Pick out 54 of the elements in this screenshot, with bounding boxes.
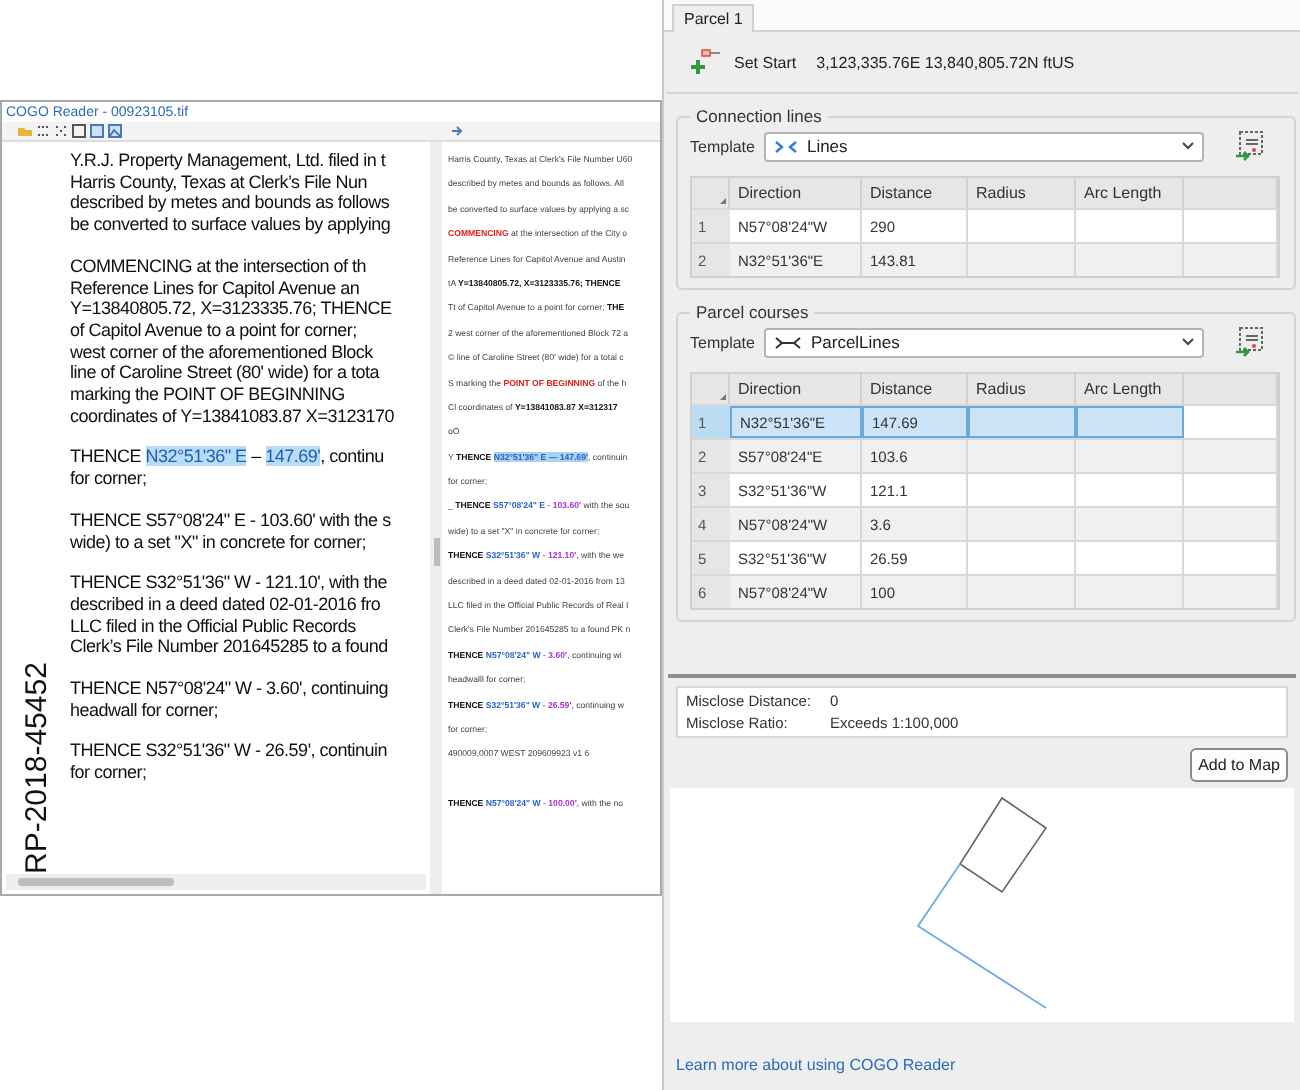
template-label: Template bbox=[690, 137, 755, 155]
grid-icon[interactable] bbox=[36, 124, 50, 138]
document-line: Clerk’s File Number 201645285 to a found bbox=[70, 636, 390, 659]
document-line: THENCE S32°51'36" W - 121.10', with the bbox=[70, 572, 390, 594]
frame-icon[interactable] bbox=[72, 124, 86, 138]
template-dropdown[interactable]: Lines bbox=[764, 131, 1205, 161]
document-line: THENCE N57°08'24" W - 3.60', continuing bbox=[70, 678, 391, 700]
document-line: Harris County, Texas at Clerk’s File Nun bbox=[70, 171, 370, 193]
document-line: marking the POINT OF BEGINNING bbox=[70, 384, 347, 406]
tab[interactable]: Parcel 1 bbox=[672, 4, 755, 32]
side-label: RP-2018-45452 bbox=[19, 660, 53, 874]
document-line: for corner; bbox=[70, 762, 149, 784]
grid-icon[interactable] bbox=[54, 124, 68, 138]
document-line: Y.R.J. Property Management, Ltd. filed in t bbox=[70, 150, 388, 172]
document-line: Y=13840805.72, X=3123335.76; THENCE bbox=[70, 298, 394, 320]
group-title: Connection lines bbox=[694, 106, 824, 126]
template-label: Template bbox=[690, 333, 755, 351]
horizontal-scrollbar[interactable] bbox=[6, 874, 426, 890]
start-coordinates: 3,123,335.76E 13,840,805.72N ftUS bbox=[816, 53, 1075, 71]
picture-icon[interactable] bbox=[108, 124, 122, 138]
picture-icon[interactable] bbox=[90, 124, 104, 138]
document-line: line of Caroline Street (80' wide) for a tota bbox=[70, 362, 382, 385]
arrows-icon bbox=[774, 139, 799, 153]
document-line: wide) to a set "X" in concrete for corner; bbox=[70, 531, 368, 553]
sort-corner-icon bbox=[720, 394, 726, 400]
document-line: COMMENCING at the intersection of th bbox=[70, 255, 369, 278]
document-line: described by metes and bounds as follows bbox=[70, 192, 392, 215]
document-line: THENCE S32°51'36" W - 26.59', continuin bbox=[70, 740, 390, 763]
sort-corner-icon bbox=[720, 198, 726, 204]
chevron-down-icon bbox=[1182, 338, 1195, 346]
document-line: THENCE S57°08'24" E - 103.60' with the s bbox=[70, 509, 393, 532]
set-start-button[interactable]: Set Start bbox=[690, 48, 797, 76]
document-line: Reference Lines for Capitol Avenue an bbox=[70, 277, 362, 299]
line-icon bbox=[774, 335, 803, 349]
document-line: described in a deed dated 02-01-2016 fro bbox=[70, 593, 383, 616]
document-line: coordinates of Y=13841083.87 X=3123170 bbox=[70, 405, 394, 427]
chevron-down-icon bbox=[1182, 142, 1195, 150]
table-cell[interactable] bbox=[1076, 406, 1184, 438]
group-title: Parcel courses bbox=[694, 302, 811, 322]
document-line: LLC filed in the Official Public Records bbox=[70, 615, 358, 637]
add-point-icon bbox=[690, 48, 722, 76]
document-line: west corner of the aforementioned Block bbox=[70, 341, 375, 363]
import-icon[interactable] bbox=[1234, 326, 1267, 358]
document-line: headwall for corner; bbox=[70, 699, 221, 721]
document-line: for corner; bbox=[70, 468, 149, 490]
document-line: of Capitol Avenue to a point for corner; bbox=[70, 319, 359, 342]
table-cell[interactable] bbox=[968, 406, 1076, 438]
document-line: THENCE N32°51'36" E – 147.69', continu bbox=[70, 446, 386, 469]
help-link[interactable]: Learn more about using COGO Reader bbox=[676, 1056, 956, 1074]
add-to-map-button[interactable]: Add to Map bbox=[1190, 748, 1288, 782]
template-dropdown[interactable]: ParcelLines bbox=[764, 327, 1205, 357]
import-icon[interactable] bbox=[1234, 130, 1267, 162]
document-line: be converted to surface values by applying bbox=[70, 214, 393, 236]
arrow-icon[interactable] bbox=[450, 124, 464, 138]
